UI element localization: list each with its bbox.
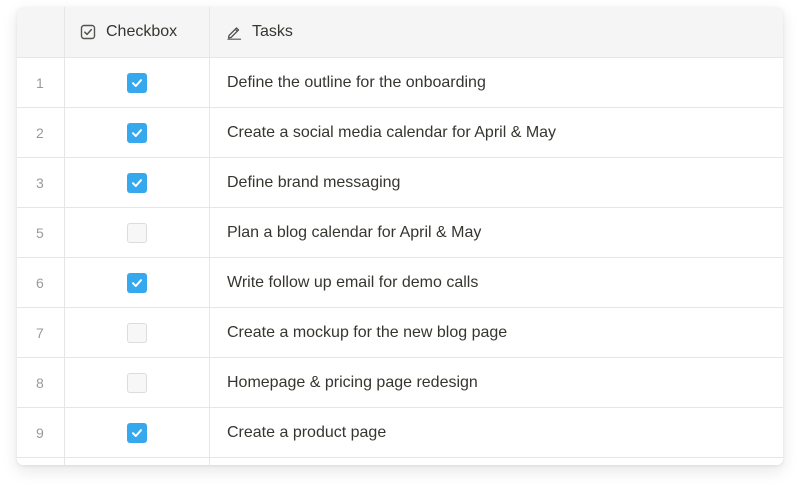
table-header: Checkbox Tasks: [17, 7, 783, 57]
check-icon: [132, 78, 142, 87]
table-row[interactable]: 9 Create a product page: [17, 407, 783, 457]
table-row[interactable]: 1 Define the outline for the onboarding: [17, 57, 783, 107]
task-text[interactable]: Define the outline for the onboarding: [210, 58, 783, 107]
task-checkbox[interactable]: [127, 122, 147, 143]
row-number: 3: [17, 158, 65, 207]
table-row[interactable]: 5 Plan a blog calendar for April & May: [17, 207, 783, 257]
row-number: 8: [17, 358, 65, 407]
task-checkbox[interactable]: [127, 222, 147, 243]
checkbox-cell[interactable]: [65, 358, 210, 407]
task-checkbox[interactable]: [127, 422, 147, 443]
task-checkbox[interactable]: [127, 72, 147, 93]
tasks-column-label: Tasks: [252, 23, 293, 40]
row-number: 5: [17, 208, 65, 257]
task-text[interactable]: Plan a blog calendar for April & May: [210, 208, 783, 257]
row-number-header: [17, 7, 65, 57]
table-row[interactable]: 6 Write follow up email for demo calls: [17, 257, 783, 307]
check-icon: [132, 178, 142, 187]
checkbox-column-header[interactable]: Checkbox: [65, 7, 210, 57]
checkbox-column-label: Checkbox: [106, 23, 178, 40]
check-icon: [132, 278, 142, 287]
checkbox-cell[interactable]: [65, 308, 210, 357]
table-row[interactable]: 7 Create a mockup for the new blog page: [17, 307, 783, 357]
row-number: 7: [17, 308, 65, 357]
task-text[interactable]: Create a product page: [210, 408, 783, 457]
task-checkbox[interactable]: [127, 372, 147, 393]
checkbox-cell[interactable]: [65, 158, 210, 207]
check-icon: [132, 128, 142, 137]
task-checkbox[interactable]: [127, 322, 147, 343]
table-row[interactable]: 2 Create a social media calendar for Apr…: [17, 107, 783, 157]
checkbox-cell[interactable]: [65, 258, 210, 307]
task-table: Checkbox Tasks 1 Define the outline for …: [17, 7, 783, 465]
tasks-column-header[interactable]: Tasks: [210, 7, 783, 57]
checkbox-cell[interactable]: [65, 108, 210, 157]
checkbox-cell[interactable]: [65, 58, 210, 107]
checkbox-cell[interactable]: [65, 408, 210, 457]
pencil-icon: [226, 24, 242, 40]
checkbox-icon: [80, 24, 96, 40]
row-number: 6: [17, 258, 65, 307]
row-number: 1: [17, 58, 65, 107]
check-icon: [132, 428, 142, 437]
task-text[interactable]: Create a mockup for the new blog page: [210, 308, 783, 357]
task-text[interactable]: Define brand messaging: [210, 158, 783, 207]
checkbox-cell[interactable]: [65, 208, 210, 257]
task-text[interactable]: Homepage & pricing page redesign: [210, 358, 783, 407]
table-row-partial: [17, 457, 783, 465]
table-body: 1 Define the outline for the onboarding …: [17, 57, 783, 457]
task-checkbox[interactable]: [127, 172, 147, 193]
task-text[interactable]: Create a social media calendar for April…: [210, 108, 783, 157]
task-checkbox[interactable]: [127, 272, 147, 293]
row-number: 9: [17, 408, 65, 457]
task-text[interactable]: Write follow up email for demo calls: [210, 258, 783, 307]
row-number: 2: [17, 108, 65, 157]
table-row[interactable]: 8 Homepage & pricing page redesign: [17, 357, 783, 407]
table-row[interactable]: 3 Define brand messaging: [17, 157, 783, 207]
